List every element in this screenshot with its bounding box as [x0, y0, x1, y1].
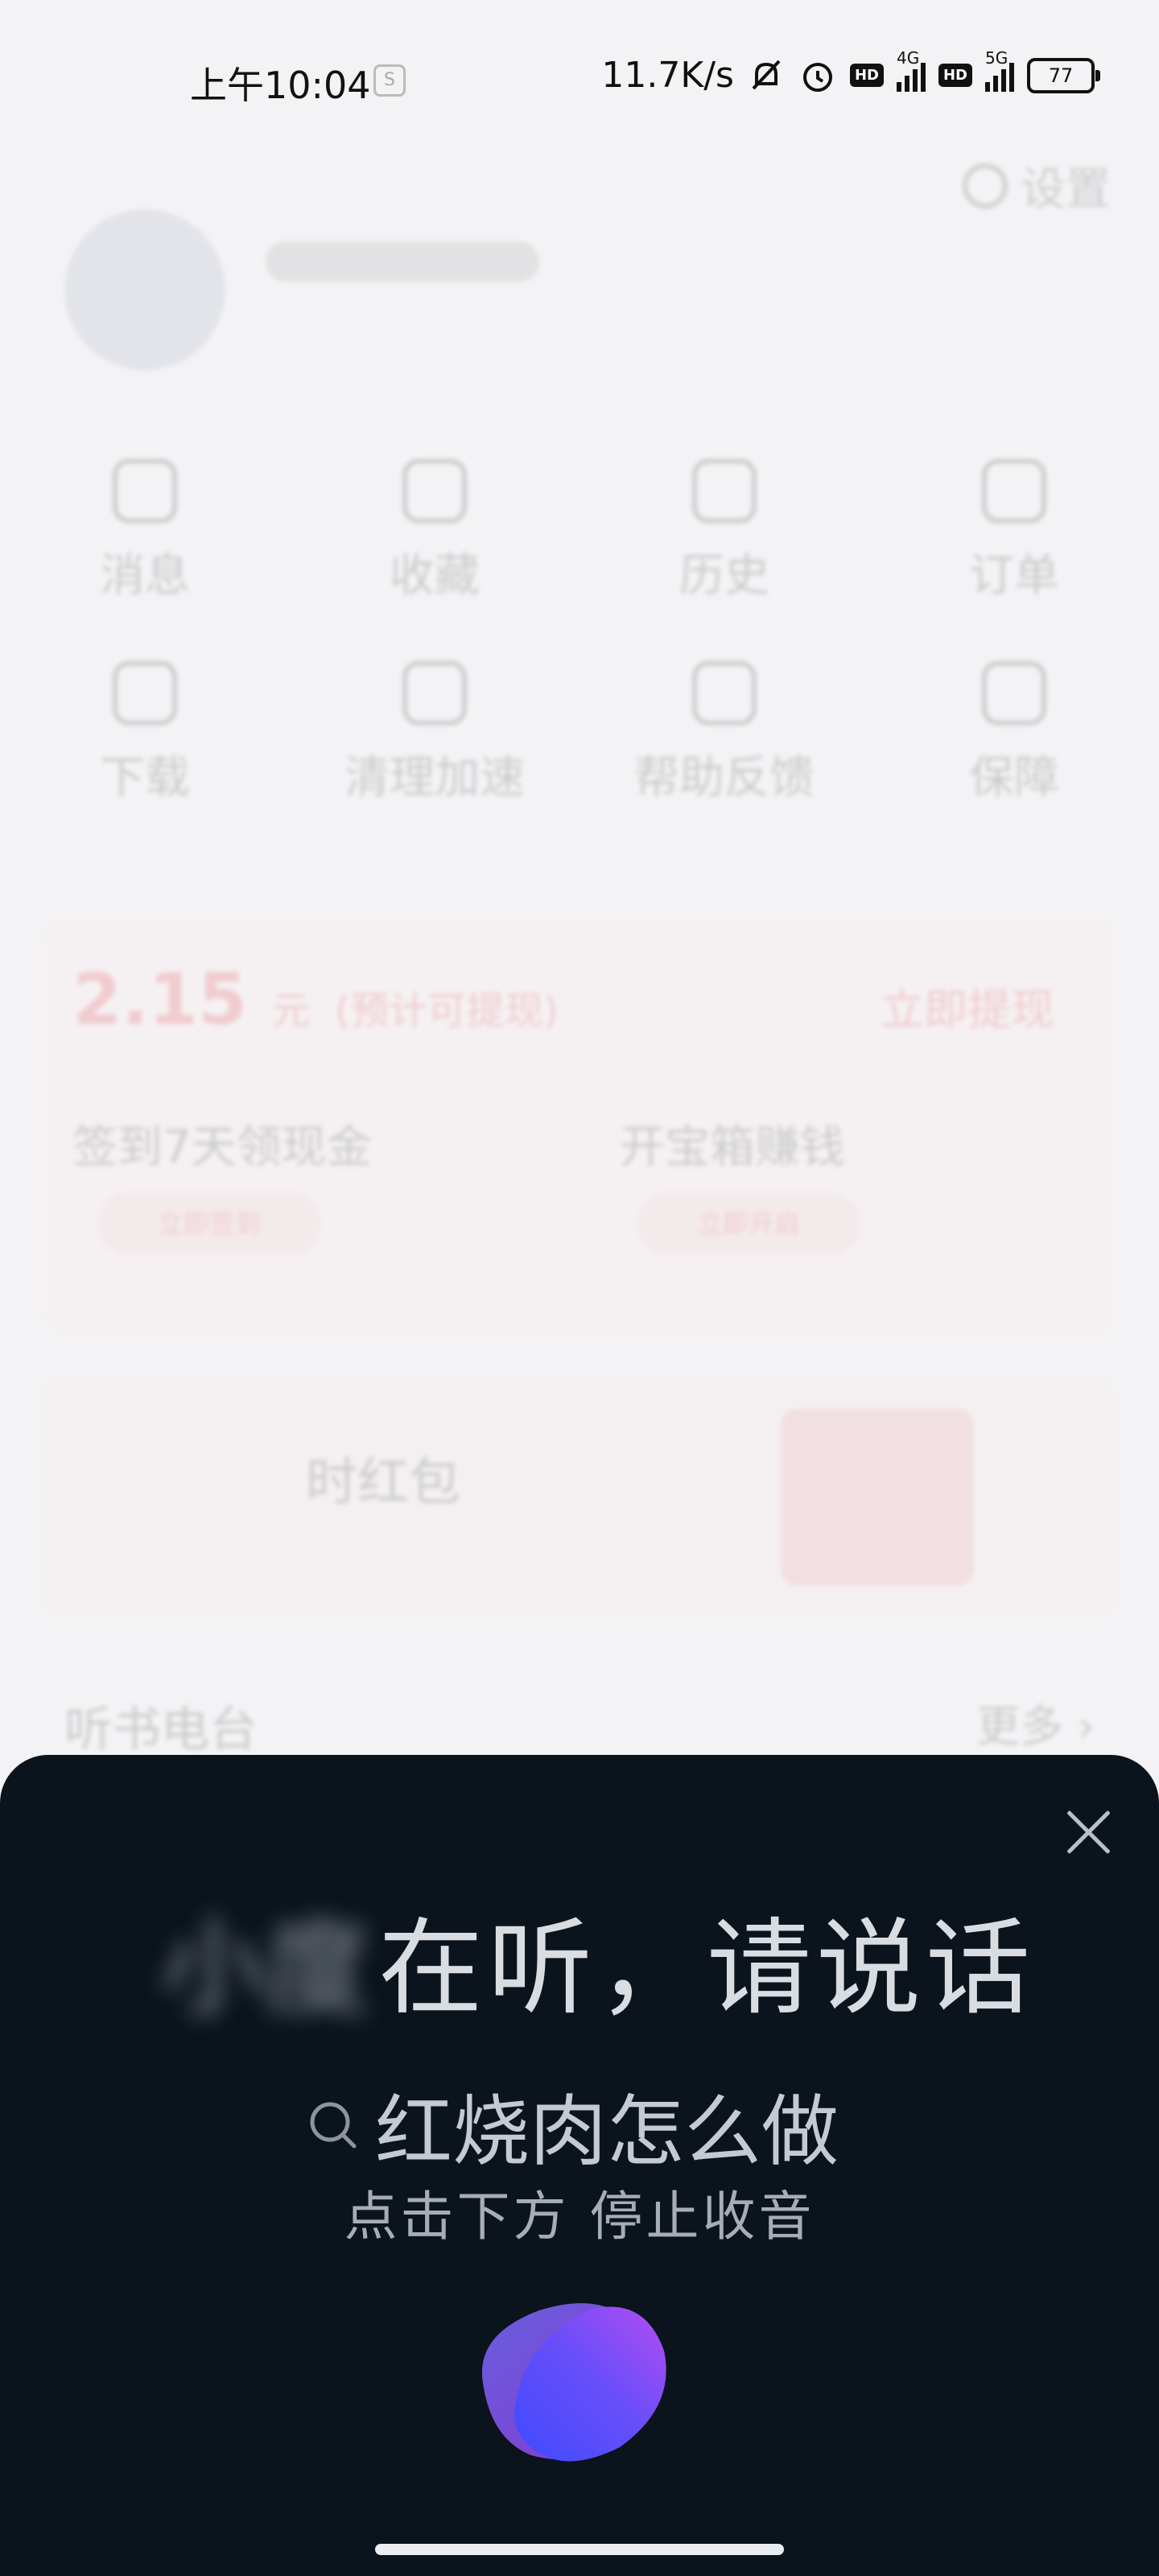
task-treasure: 开宝箱赚钱: [620, 1121, 845, 1174]
bell-icon: [402, 661, 467, 725]
shield-icon: [982, 661, 1046, 725]
calendar-check-icon: [982, 459, 1046, 523]
signal-4g-icon: 4G: [896, 48, 926, 92]
feature-grid: 消息 收藏 历史 订单 下载 清理加速 帮助反馈 保障: [0, 459, 1159, 807]
star-icon: [402, 459, 467, 523]
grid-label: 消息: [100, 550, 190, 602]
grid-item-messages: 消息: [0, 459, 290, 605]
feedback-icon: [692, 661, 757, 725]
redpacket-image: [781, 1409, 974, 1586]
withdraw-button: 立即提现: [881, 985, 1054, 1035]
grid-item-orders: 订单: [869, 459, 1159, 605]
grid-label: 下载: [100, 752, 190, 804]
clock-icon: [692, 459, 757, 523]
radio-section-header: 听书电台 更多 ›: [64, 1690, 1095, 1761]
avatar: [64, 209, 225, 370]
voice-orb-button[interactable]: [467, 2286, 684, 2479]
settings-label: 设置: [1021, 163, 1111, 216]
earnings-amount: 2.15 元 (预计可提现): [72, 958, 559, 1041]
signal-5g-label: 5G: [985, 47, 1008, 68]
redpacket-card: 时红包: [40, 1377, 1119, 1618]
signal-5g-icon: 5G: [985, 48, 1014, 92]
grid-label: 保障: [969, 752, 1059, 804]
radio-title: 听书电台: [64, 1702, 258, 1758]
voice-assistant-sheet: 小度 在听，请说话 红烧肉怎么做 点击下方 停止收音: [0, 1755, 1159, 2576]
notification-app-icon: S: [373, 64, 406, 97]
background-profile-page: 设置 消息 收藏 历史 订单 下载 清理加速 帮助反馈 保障 2.15 元 (预…: [0, 121, 1159, 1811]
amount-note: (预计可提现): [335, 989, 559, 1034]
grid-label: 历史: [679, 550, 769, 602]
checkin-button: 立即签到: [97, 1191, 322, 1256]
grid-item-help: 帮助反馈: [580, 661, 869, 807]
mute-bell-icon: [752, 60, 781, 89]
download-icon: [113, 661, 177, 725]
assistant-name: 小度: [161, 1907, 371, 2029]
screen: 上午10:04 S 11.7K/s HD 4G HD 5G 77 设置 消息 收…: [0, 0, 1159, 2576]
redpacket-text: 时红包: [306, 1453, 460, 1513]
search-icon: [310, 2102, 357, 2148]
message-icon: [113, 459, 177, 523]
grid-label: 清理加速: [344, 752, 525, 804]
hd-badge-2: HD: [938, 64, 972, 87]
grid-item-favorites: 收藏: [290, 459, 580, 605]
signal-4g-label: 4G: [896, 47, 920, 68]
settings-button: 设置: [963, 153, 1111, 218]
username-placeholder: [266, 242, 539, 282]
grid-label: 收藏: [390, 550, 480, 602]
amount-value: 2.15: [72, 958, 248, 1041]
home-indicator[interactable]: [375, 2544, 784, 2555]
amount-unit: 元: [271, 989, 311, 1034]
radio-more-link: 更多 ›: [976, 1701, 1095, 1752]
earnings-card: 2.15 元 (预计可提现) 立即提现 签到7天领现金 立即签到 开宝箱赚钱 立…: [40, 918, 1119, 1336]
hint-text: 点击下方 停止收音: [344, 2186, 815, 2248]
query-text: 红烧肉怎么做: [375, 2087, 839, 2177]
grid-item-downloads: 下载: [0, 661, 290, 807]
network-speed: 11.7K/s: [601, 55, 734, 96]
grid-item-history: 历史: [580, 459, 869, 605]
query-suggestion[interactable]: 红烧肉怎么做: [306, 2069, 839, 2181]
status-time: 上午10:04: [190, 64, 371, 107]
listening-prompt: 小度 在听，请说话: [161, 1884, 1035, 2035]
hd-badge: HD: [849, 64, 884, 87]
alarm-icon: [802, 62, 832, 92]
grid-label: 订单: [969, 550, 1059, 602]
battery-icon: 77: [1027, 57, 1100, 93]
close-icon[interactable]: [1059, 1803, 1117, 1861]
grid-item-cleanup: 清理加速: [290, 661, 580, 807]
status-indicators: 11.7K/s HD 4G HD 5G 77: [601, 48, 1100, 96]
gear-icon: [963, 163, 1008, 208]
grid-item-guarantee: 保障: [869, 661, 1159, 807]
grid-label: 帮助反馈: [634, 752, 815, 804]
listening-text: 在听，请说话: [378, 1907, 1036, 2029]
treasure-button: 立即开启: [636, 1191, 861, 1256]
task-checkin: 签到7天领现金: [72, 1121, 372, 1174]
